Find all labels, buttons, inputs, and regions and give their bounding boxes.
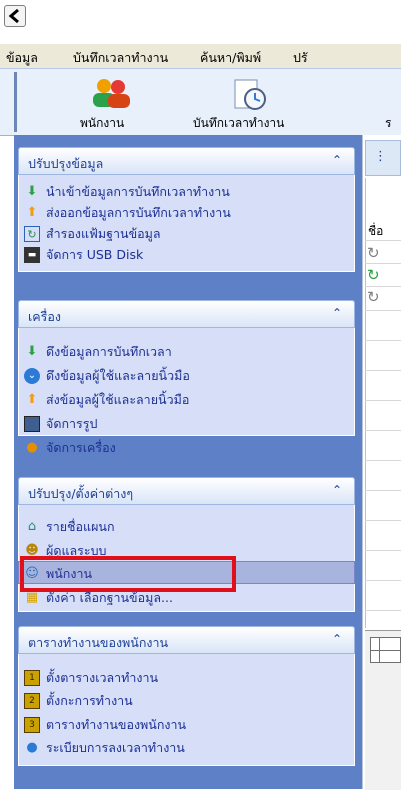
toolbar-divider bbox=[14, 72, 17, 132]
row-divider bbox=[365, 340, 401, 341]
panel-header-settings[interactable]: ปรับปรุง/ตั้งค่าต่างๆ ⌃ bbox=[18, 477, 355, 505]
menu-adjust[interactable]: ปรั bbox=[293, 48, 308, 68]
task-label: สำรองแฟ้มฐานข้อมูล bbox=[46, 226, 161, 241]
task-label: ดึงข้อมูลผู้ใช้และลายนิ้วมือ bbox=[46, 368, 190, 383]
task-attendance-rules[interactable]: ● ระเบียบการลงเวลาทำงาน bbox=[24, 738, 185, 758]
task-label: ดึงข้อมูลการบันทึกเวลา bbox=[46, 344, 172, 359]
panel-header-device[interactable]: เครื่อง ⌃ bbox=[18, 300, 355, 328]
row-divider bbox=[365, 580, 401, 581]
menu-data[interactable]: ข้อมูล bbox=[6, 48, 38, 68]
database-settings-icon: ▦ bbox=[25, 590, 39, 605]
task-label: ตั้งตารางเวลาทำงาน bbox=[46, 670, 159, 685]
task-backup-db[interactable]: ↻ สำรองแฟ้มฐานข้อมูล bbox=[24, 224, 161, 244]
backup-icon: ↻ bbox=[24, 226, 40, 242]
cell-divider bbox=[371, 650, 400, 651]
task-label: จัดการรูป bbox=[46, 416, 98, 431]
clock-page-icon bbox=[234, 79, 266, 110]
task-export-data[interactable]: ⬆ ส่งออกข้อมูลการบันทึกเวลาทำงาน bbox=[24, 203, 231, 223]
task-send-users-fingerprints[interactable]: ⬆ ส่งข้อมูลผู้ใช้และลายนิ้วมือ bbox=[24, 390, 190, 410]
toolbar-timesheet-button[interactable]: บันทึกเวลาทำงาน bbox=[193, 78, 313, 130]
task-fetch-users-fingerprints[interactable]: ⌄ ดึงข้อมูลผู้ใช้และลายนิ้วมือ bbox=[24, 366, 190, 386]
task-label: นำเข้าข้อมูลการบันทึกเวลาทำงาน bbox=[46, 184, 230, 199]
annotation-highlight-box bbox=[20, 556, 236, 592]
row-divider bbox=[365, 370, 401, 371]
refresh-green-icon[interactable]: ↻ bbox=[367, 266, 380, 284]
menu-timesheet[interactable]: บันทึกเวลาทำงาน bbox=[73, 48, 168, 68]
panel-header-work-schedule[interactable]: ตารางทำงานของพนักงาน ⌃ bbox=[18, 626, 355, 654]
back-arrow-icon bbox=[8, 8, 19, 24]
task-label: ตั้งค่า เลือกฐานข้อมูล... bbox=[46, 590, 173, 605]
tab-grip-icon: ⋮ bbox=[374, 149, 387, 164]
task-set-shifts[interactable]: 2 ตั้งกะการทำงาน bbox=[24, 691, 133, 711]
row-divider bbox=[365, 310, 401, 311]
device-users-icon: ● bbox=[26, 440, 38, 455]
panel-title: ปรับปรุง/ตั้งค่าต่างๆ bbox=[28, 486, 134, 501]
refresh-icon[interactable]: ↻ bbox=[367, 244, 380, 262]
collapse-chevron-icon[interactable]: ⌃ bbox=[332, 306, 342, 320]
schedule-3-icon: 3 bbox=[24, 717, 40, 733]
content-tab-header[interactable]: ⋮ bbox=[365, 140, 401, 176]
row-divider bbox=[365, 520, 401, 521]
task-label: ส่งข้อมูลผู้ใช้และลายนิ้วมือ bbox=[46, 392, 190, 407]
toolbar-timesheet-label: บันทึกเวลาทำงาน bbox=[193, 116, 285, 130]
toolbar-partial-label: ร bbox=[385, 116, 392, 130]
download-circle-icon: ⌄ bbox=[24, 368, 40, 384]
usb-disk-icon: ▬ bbox=[24, 247, 40, 263]
row-divider bbox=[365, 286, 401, 287]
task-import-data[interactable]: ⬇ นำเข้าข้อมูลการบันทึกเวลาทำงาน bbox=[24, 182, 230, 202]
collapse-chevron-icon[interactable]: ⌃ bbox=[332, 483, 342, 497]
import-down-arrow-icon: ⬇ bbox=[26, 184, 38, 199]
title-bar bbox=[0, 0, 401, 30]
task-manage-device[interactable]: ● จัดการเครื่อง bbox=[24, 438, 116, 458]
task-label: ตารางทำงานของพนักงาน bbox=[46, 717, 187, 732]
image-icon bbox=[24, 416, 40, 432]
row-divider bbox=[365, 490, 401, 491]
back-button[interactable] bbox=[4, 5, 26, 27]
schedule-2-icon: 2 bbox=[24, 693, 40, 709]
employees-icon bbox=[93, 79, 130, 108]
task-fetch-time-records[interactable]: ⬇ ดึงข้อมูลการบันทึกเวลา bbox=[24, 342, 172, 362]
task-usb-disk[interactable]: ▬ จัดการ USB Disk bbox=[24, 245, 143, 265]
rule-circle-icon: ● bbox=[26, 740, 38, 755]
upload-arrow-icon: ⬆ bbox=[26, 392, 38, 407]
row-divider bbox=[365, 610, 401, 611]
panel-header-data-update[interactable]: ปรับปรุงข้อมูล ⌃ bbox=[18, 147, 355, 175]
task-label: จัดการ USB Disk bbox=[46, 247, 144, 262]
department-icon: ⌂ bbox=[27, 519, 37, 534]
collapse-chevron-icon[interactable]: ⌃ bbox=[332, 632, 342, 646]
task-set-work-schedule[interactable]: 1 ตั้งตารางเวลาทำงาน bbox=[24, 668, 158, 688]
task-label: รายชื่อแผนก bbox=[46, 519, 115, 534]
menu-search-print[interactable]: ค้นหา/พิมพ์ bbox=[200, 48, 261, 68]
column-header-name[interactable]: ชื่อ bbox=[368, 222, 383, 241]
row-divider bbox=[365, 550, 401, 551]
panel-title: ตารางทำงานของพนักงาน bbox=[28, 635, 169, 650]
task-label: จัดการเครื่อง bbox=[46, 440, 116, 455]
toolbar-employees-button[interactable]: พนักงาน bbox=[80, 78, 150, 130]
task-label: ระเบียบการลงเวลาทำงาน bbox=[46, 740, 185, 755]
panel-title: ปรับปรุงข้อมูล bbox=[28, 156, 104, 171]
export-up-arrow-icon: ⬆ bbox=[26, 205, 38, 220]
task-departments[interactable]: ⌂ รายชื่อแผนก bbox=[24, 517, 115, 537]
task-manage-images[interactable]: จัดการรูป bbox=[24, 414, 97, 434]
refresh-icon[interactable]: ↻ bbox=[367, 288, 380, 306]
task-label: ส่งออกข้อมูลการบันทึกเวลาทำงาน bbox=[46, 205, 231, 220]
row-divider bbox=[365, 263, 401, 264]
task-label: ตั้งกะการทำงาน bbox=[46, 693, 133, 708]
row-divider bbox=[365, 460, 401, 461]
task-employee-schedule[interactable]: 3 ตารางทำงานของพนักงาน bbox=[24, 715, 186, 735]
row-divider bbox=[365, 400, 401, 401]
row-divider bbox=[365, 240, 401, 241]
download-arrow-icon: ⬇ bbox=[26, 344, 38, 359]
toolbar-employees-label: พนักงาน bbox=[80, 116, 125, 130]
menu-bar: ข้อมูล บันทึกเวลาทำงาน ค้นหา/พิมพ์ ปรั bbox=[0, 44, 401, 68]
schedule-1-icon: 1 bbox=[24, 670, 40, 686]
panel-title: เครื่อง bbox=[28, 309, 61, 324]
detail-cell[interactable] bbox=[370, 637, 401, 663]
row-divider bbox=[365, 430, 401, 431]
collapse-chevron-icon[interactable]: ⌃ bbox=[332, 153, 342, 167]
